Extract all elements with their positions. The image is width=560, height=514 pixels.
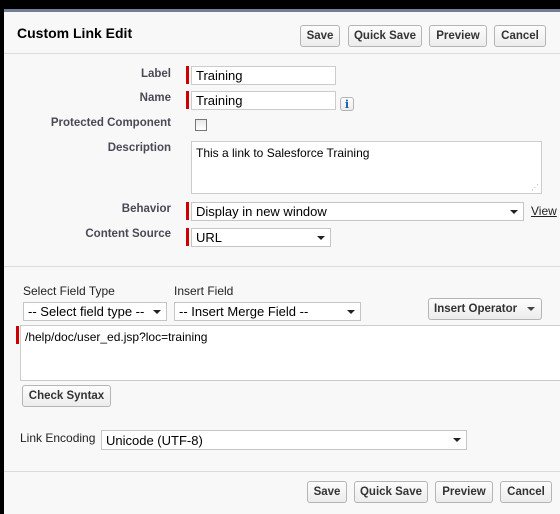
required-indicator xyxy=(186,66,189,84)
behavior-label: Behavior xyxy=(121,203,171,215)
content-source-label: Content Source xyxy=(85,228,171,240)
url-value: /help/doc/user_ed.jsp?loc=training xyxy=(25,330,208,344)
description-textarea[interactable]: This a link to Salesforce Training ⋰ xyxy=(191,141,542,194)
divider xyxy=(4,471,560,472)
description-label: Description xyxy=(107,142,171,154)
link-encoding-label: Link Encoding xyxy=(20,431,96,445)
required-indicator xyxy=(16,326,19,344)
link-encoding-value: Unicode (UTF-8) xyxy=(106,432,203,448)
cancel-button-bottom[interactable]: Cancel xyxy=(500,481,552,503)
chevron-down-icon xyxy=(453,438,461,442)
save-button-bottom[interactable]: Save xyxy=(307,481,347,503)
content-source-value: URL xyxy=(196,230,223,245)
cancel-button[interactable]: Cancel xyxy=(494,25,546,47)
quick-save-button-bottom[interactable]: Quick Save xyxy=(354,481,428,503)
protected-component-checkbox[interactable] xyxy=(195,119,207,131)
divider xyxy=(4,53,560,54)
insert-operator-label: Insert Operator xyxy=(434,303,518,315)
chevron-down-icon xyxy=(510,209,518,214)
chevron-down-icon xyxy=(347,309,355,314)
select-field-type-value: -- Select field type -- xyxy=(28,304,145,319)
chevron-down-icon xyxy=(153,309,161,314)
name-input[interactable]: Training xyxy=(191,91,336,110)
divider xyxy=(4,266,560,267)
preview-button-bottom[interactable]: Preview xyxy=(435,481,493,503)
required-indicator xyxy=(186,91,189,109)
save-button[interactable]: Save xyxy=(300,25,340,47)
info-icon[interactable]: i xyxy=(340,97,354,111)
description-text: This a link to Salesforce Training xyxy=(196,146,370,160)
required-indicator xyxy=(186,228,189,246)
insert-field-select[interactable]: -- Insert Merge Field -- xyxy=(174,302,361,321)
insert-operator-button[interactable]: Insert Operator xyxy=(428,298,542,320)
check-syntax-button[interactable]: Check Syntax xyxy=(22,385,111,407)
label-field-label: Label xyxy=(140,68,171,80)
name-field-label: Name xyxy=(139,92,171,104)
url-textarea[interactable]: /help/doc/user_ed.jsp?loc=training xyxy=(20,325,560,381)
content-source-select[interactable]: URL xyxy=(191,228,331,247)
behavior-value: Display in new window xyxy=(196,204,327,219)
required-indicator xyxy=(186,202,189,220)
custom-link-edit-panel: Custom Link Edit Save Quick Save Preview… xyxy=(4,9,560,514)
view-link[interactable]: View xyxy=(531,204,557,218)
resize-handle-icon[interactable]: ⋰ xyxy=(531,183,539,192)
chevron-down-icon xyxy=(527,307,535,311)
quick-save-button[interactable]: Quick Save xyxy=(348,25,422,47)
select-field-type-select[interactable]: -- Select field type -- xyxy=(23,302,167,321)
behavior-select[interactable]: Display in new window xyxy=(191,202,524,221)
protected-component-label: Protected Component xyxy=(50,117,171,129)
insert-field-value: -- Insert Merge Field -- xyxy=(179,304,309,319)
select-field-type-label: Select Field Type xyxy=(23,284,115,298)
chevron-down-icon xyxy=(317,235,325,240)
link-encoding-select[interactable]: Unicode (UTF-8) xyxy=(101,430,467,450)
insert-field-label: Insert Field xyxy=(174,284,234,298)
label-input[interactable]: Training xyxy=(191,66,336,85)
preview-button[interactable]: Preview xyxy=(429,25,487,47)
page-title: Custom Link Edit xyxy=(17,25,133,41)
